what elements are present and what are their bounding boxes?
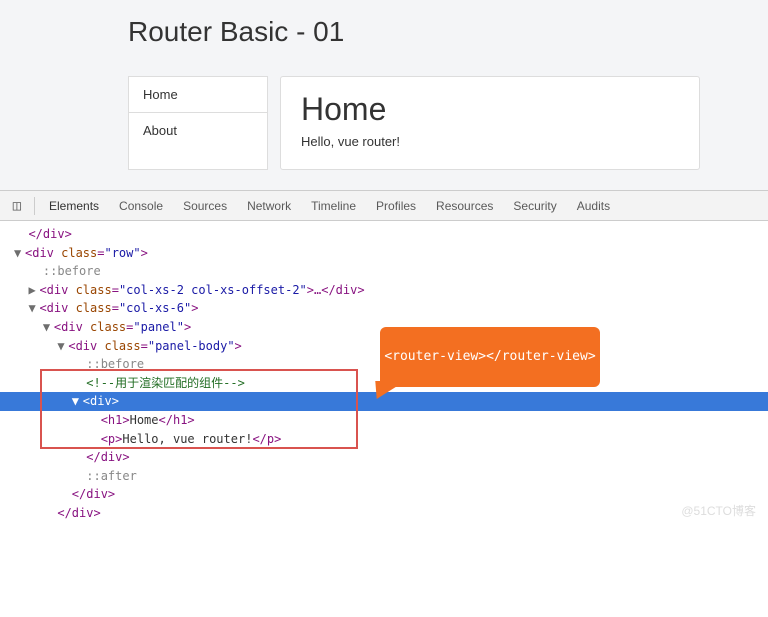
tab-timeline[interactable]: Timeline — [301, 191, 366, 221]
tree-line[interactable]: </div> — [14, 506, 101, 520]
tree-line[interactable]: ▼<div class="row"> — [14, 246, 148, 260]
devtools-tabbar: ◫ Elements Console Sources Network Timel… — [0, 191, 768, 221]
tree-line[interactable]: <h1>Home</h1> — [14, 413, 195, 427]
tab-audits[interactable]: Audits — [567, 191, 620, 221]
content-row: Home About Home Hello, vue router! — [128, 76, 768, 170]
tree-line[interactable]: </div> — [14, 227, 72, 241]
tree-line[interactable]: ▼<div class="panel-body"> — [14, 339, 242, 353]
tree-line[interactable]: ::before — [14, 357, 144, 371]
tree-line[interactable]: </div> — [14, 487, 115, 501]
separator — [34, 197, 35, 215]
devtools: ◫ Elements Console Sources Network Timel… — [0, 190, 768, 527]
devtools-inspect-icon[interactable]: ◫ — [4, 198, 30, 214]
tree-line[interactable]: ▼<div class="panel"> — [14, 320, 191, 334]
tree-line[interactable]: </div> — [14, 450, 130, 464]
tree-line[interactable]: ::before — [14, 264, 101, 278]
tree-line[interactable]: <!--用于渲染匹配的组件--> — [14, 376, 245, 390]
app-page: Router Basic - 01 Home About Home Hello,… — [0, 0, 768, 190]
tree-line[interactable]: ::after — [14, 469, 137, 483]
tab-network[interactable]: Network — [237, 191, 301, 221]
annotation-callout: <router-view></router-view> — [380, 327, 600, 387]
tab-console[interactable]: Console — [109, 191, 173, 221]
tab-sources[interactable]: Sources — [173, 191, 237, 221]
tab-elements[interactable]: Elements — [39, 191, 109, 221]
callout-text: <router-view></router-view> — [384, 347, 595, 367]
tab-profiles[interactable]: Profiles — [366, 191, 426, 221]
nav-item-home[interactable]: Home — [129, 77, 267, 113]
tab-security[interactable]: Security — [503, 191, 566, 221]
tree-line[interactable]: ▶<div class="col-xs-2 col-xs-offset-2">…… — [14, 283, 365, 297]
nav-item-about[interactable]: About — [129, 113, 267, 148]
router-view-panel: Home Hello, vue router! — [280, 76, 700, 170]
elements-tree[interactable]: </div> ▼<div class="row"> ::before ▶<div… — [0, 221, 768, 527]
nav-list: Home About — [128, 76, 268, 170]
panel-text: Hello, vue router! — [301, 134, 679, 149]
tree-line[interactable]: <p>Hello, vue router!</p> — [14, 432, 281, 446]
page-title: Router Basic - 01 — [128, 16, 768, 48]
watermark: @51CTO博客 — [681, 502, 756, 521]
tab-resources[interactable]: Resources — [426, 191, 503, 221]
panel-heading: Home — [301, 91, 679, 128]
tree-line[interactable]: ▼<div class="col-xs-6"> — [14, 301, 198, 315]
